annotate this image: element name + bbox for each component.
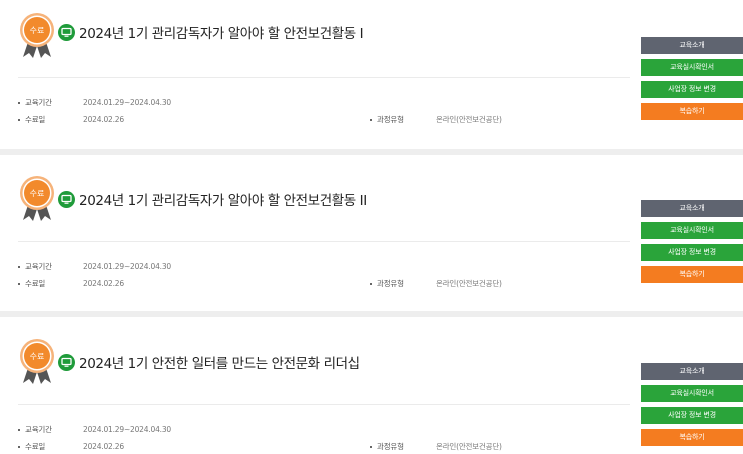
change-workplace-button[interactable]: 사업장 정보 변경 xyxy=(641,244,743,261)
bullet-icon xyxy=(370,119,372,121)
monitor-icon xyxy=(58,190,75,208)
divider xyxy=(18,404,630,405)
completed-value: 2024.02.26 xyxy=(83,442,124,451)
course-type-row: 과정유형 온라인(안전보건공단) xyxy=(370,114,502,125)
bullet-icon xyxy=(370,446,372,448)
period-label: 교육기간 xyxy=(25,425,52,434)
course-title[interactable]: 2024년 1기 관리감독자가 알아야 할 안전보건활동 I xyxy=(79,22,364,42)
completion-badge-icon: 수료 xyxy=(20,13,54,58)
review-button[interactable]: 복습하기 xyxy=(641,266,743,283)
period-row: 교육기간 2024.01.29~2024.04.30 xyxy=(18,261,171,272)
bullet-icon xyxy=(18,102,20,104)
change-workplace-button[interactable]: 사업장 정보 변경 xyxy=(641,81,743,98)
course-type-label: 과정유형 xyxy=(377,279,404,288)
bullet-icon xyxy=(18,266,20,268)
completed-value: 2024.02.26 xyxy=(83,115,124,124)
intro-button[interactable]: 교육소개 xyxy=(641,200,743,217)
bullet-icon xyxy=(18,283,20,285)
completed-value: 2024.02.26 xyxy=(83,279,124,288)
bullet-icon xyxy=(370,283,372,285)
course-card: 수료 2024년 1기 관리감독자가 알아야 할 안전보건활동 II 교육기간 2… xyxy=(0,155,743,313)
period-label: 교육기간 xyxy=(25,98,52,107)
completed-label: 수료일 xyxy=(25,115,46,124)
course-title-row: 2024년 1기 관리감독자가 알아야 할 안전보건활동 I xyxy=(58,22,364,42)
course-title-row: 2024년 1기 관리감독자가 알아야 할 안전보건활동 II xyxy=(58,189,367,209)
change-workplace-button[interactable]: 사업장 정보 변경 xyxy=(641,407,743,424)
course-type-value: 온라인(안전보건공단) xyxy=(436,279,502,288)
review-button[interactable]: 복습하기 xyxy=(641,429,743,446)
completion-badge-icon: 수료 xyxy=(20,176,54,221)
badge-text: 수료 xyxy=(30,26,45,35)
period-row: 교육기간 2024.01.29~2024.04.30 xyxy=(18,424,171,435)
bullet-icon xyxy=(18,446,20,448)
action-buttons: 교육소개 교육실시확인서 사업장 정보 변경 복습하기 xyxy=(641,37,743,125)
badge-text: 수료 xyxy=(30,352,45,361)
period-row: 교육기간 2024.01.29~2024.04.30 xyxy=(18,97,171,108)
course-type-value: 온라인(안전보건공단) xyxy=(436,442,502,451)
intro-button[interactable]: 교육소개 xyxy=(641,363,743,380)
completed-row: 수료일 2024.02.26 xyxy=(18,441,124,452)
course-type-value: 온라인(안전보건공단) xyxy=(436,115,502,124)
completion-badge-icon: 수료 xyxy=(20,339,54,384)
course-type-row: 과정유형 온라인(안전보건공단) xyxy=(370,278,502,289)
completed-row: 수료일 2024.02.26 xyxy=(18,278,124,289)
monitor-icon xyxy=(58,23,75,41)
action-buttons: 교육소개 교육실시확인서 사업장 정보 변경 복습하기 xyxy=(641,200,743,288)
course-card: 수료 2024년 1기 관리감독자가 알아야 할 안전보건활동 I 교육기간 20… xyxy=(0,0,743,152)
certificate-button[interactable]: 교육실시확인서 xyxy=(641,385,743,402)
completed-label: 수료일 xyxy=(25,279,46,288)
completed-row: 수료일 2024.02.26 xyxy=(18,114,124,125)
period-value: 2024.01.29~2024.04.30 xyxy=(83,425,171,434)
course-type-label: 과정유형 xyxy=(377,442,404,451)
bullet-icon xyxy=(18,119,20,121)
certificate-button[interactable]: 교육실시확인서 xyxy=(641,222,743,239)
action-buttons: 교육소개 교육실시확인서 사업장 정보 변경 복습하기 xyxy=(641,363,743,451)
course-type-row: 과정유형 온라인(안전보건공단) xyxy=(370,441,502,452)
course-title[interactable]: 2024년 1기 관리감독자가 알아야 할 안전보건활동 II xyxy=(79,189,367,209)
bullet-icon xyxy=(18,429,20,431)
review-button[interactable]: 복습하기 xyxy=(641,103,743,120)
course-title-row: 2024년 1기 안전한 일터를 만드는 안전문화 리더십 xyxy=(58,352,360,372)
monitor-icon xyxy=(58,353,75,371)
course-card: 수료 2024년 1기 안전한 일터를 만드는 안전문화 리더십 교육기간 202… xyxy=(0,317,743,454)
badge-text: 수료 xyxy=(30,189,45,198)
course-type-label: 과정유형 xyxy=(377,115,404,124)
completed-label: 수료일 xyxy=(25,442,46,451)
divider xyxy=(18,77,630,78)
period-value: 2024.01.29~2024.04.30 xyxy=(83,98,171,107)
certificate-button[interactable]: 교육실시확인서 xyxy=(641,59,743,76)
period-value: 2024.01.29~2024.04.30 xyxy=(83,262,171,271)
period-label: 교육기간 xyxy=(25,262,52,271)
course-title[interactable]: 2024년 1기 안전한 일터를 만드는 안전문화 리더십 xyxy=(79,352,360,372)
divider xyxy=(18,241,630,242)
intro-button[interactable]: 교육소개 xyxy=(641,37,743,54)
